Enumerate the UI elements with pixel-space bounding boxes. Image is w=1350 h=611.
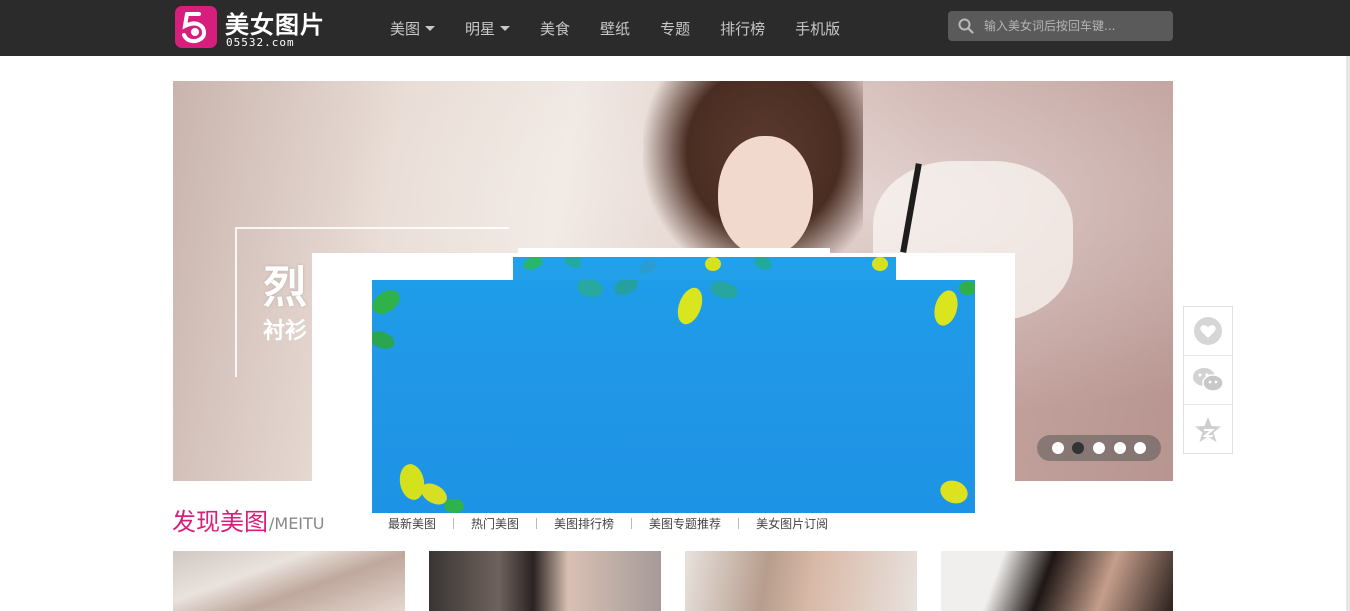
favorite-button[interactable] xyxy=(1184,307,1232,356)
main-nav: 美图 明星 美食 壁纸 专题 排行榜 手机版 xyxy=(390,0,870,56)
slider-dots xyxy=(1037,435,1161,461)
nav-item-meishi[interactable]: 美食 xyxy=(540,18,570,39)
top-navigation-bar: 美女图片 05532.com 美图 明星 美食 壁纸 专题 排行榜 手机版 xyxy=(0,0,1350,56)
nav-label: 美图 xyxy=(390,19,421,38)
caret-down-icon xyxy=(425,25,436,31)
tab-ranking[interactable]: 美图排行榜 xyxy=(554,515,614,532)
search-box xyxy=(948,11,1173,41)
star-icon xyxy=(1195,416,1221,442)
tab-hot[interactable]: 热门美图 xyxy=(471,515,519,532)
banner-subtitle: 衬衫 xyxy=(263,319,308,344)
gallery-thumbnail[interactable] xyxy=(429,551,661,611)
section-subtitle: /MEITU xyxy=(269,514,325,533)
search-icon[interactable] xyxy=(958,18,974,34)
popup-ad-top-strip[interactable] xyxy=(513,257,896,281)
wechat-share-button[interactable] xyxy=(1184,356,1232,405)
tab-topics[interactable]: 美图专题推荐 xyxy=(649,515,721,532)
caret-down-icon xyxy=(500,25,511,31)
logo-mark-icon xyxy=(175,6,217,48)
nav-label: 专题 xyxy=(660,19,691,38)
tab-divider xyxy=(738,518,740,529)
nav-item-paihangbang[interactable]: 排行榜 xyxy=(720,18,765,39)
leaf-pattern-icon xyxy=(372,280,975,513)
slider-dot-4[interactable] xyxy=(1113,442,1126,454)
nav-item-shoujiban[interactable]: 手机版 xyxy=(795,18,840,39)
gallery-thumbnail[interactable] xyxy=(685,551,917,611)
page-scrollbar[interactable] xyxy=(1346,56,1350,611)
nav-item-mingxing[interactable]: 明星 xyxy=(465,18,511,39)
heart-icon xyxy=(1194,317,1222,345)
tab-latest[interactable]: 最新美图 xyxy=(388,515,436,532)
nav-label: 明星 xyxy=(465,19,496,38)
tab-divider xyxy=(536,518,538,529)
slider-dot-2[interactable] xyxy=(1072,442,1085,454)
site-logo[interactable]: 美女图片 05532.com xyxy=(175,4,345,52)
gallery-thumbnail[interactable] xyxy=(173,551,405,611)
side-share-toolbar xyxy=(1183,306,1233,454)
nav-item-meitu[interactable]: 美图 xyxy=(390,18,436,39)
logo-name: 美女图片 xyxy=(225,11,325,39)
gallery-thumbnail[interactable] xyxy=(941,551,1173,611)
popup-ad-image[interactable] xyxy=(372,280,975,513)
leaf-pattern-icon xyxy=(523,257,888,274)
qzone-share-button[interactable] xyxy=(1184,405,1232,454)
wechat-icon xyxy=(1193,368,1224,392)
nav-label: 排行榜 xyxy=(720,19,766,38)
nav-label: 手机版 xyxy=(795,19,841,38)
tab-divider xyxy=(453,518,455,529)
section-tabs: 最新美图 热门美图 美图排行榜 美图专题推荐 美女图片订阅 xyxy=(388,515,828,532)
banner-title: 烈 xyxy=(263,262,307,313)
nav-item-bizhi[interactable]: 壁纸 xyxy=(600,18,630,39)
slider-dot-1[interactable] xyxy=(1051,442,1064,454)
slider-dot-5[interactable] xyxy=(1134,442,1147,454)
tab-subscribe[interactable]: 美女图片订阅 xyxy=(756,515,828,532)
nav-item-zhuanti[interactable]: 专题 xyxy=(660,18,690,39)
slider-dot-3[interactable] xyxy=(1092,442,1105,454)
search-input[interactable] xyxy=(984,11,1164,41)
banner-photo-face xyxy=(718,136,813,256)
logo-domain: 05532.com xyxy=(226,36,295,49)
nav-label: 壁纸 xyxy=(600,19,631,38)
tab-divider xyxy=(631,518,633,529)
nav-label: 美食 xyxy=(540,19,571,38)
section-title: 发现美图 xyxy=(172,508,268,536)
